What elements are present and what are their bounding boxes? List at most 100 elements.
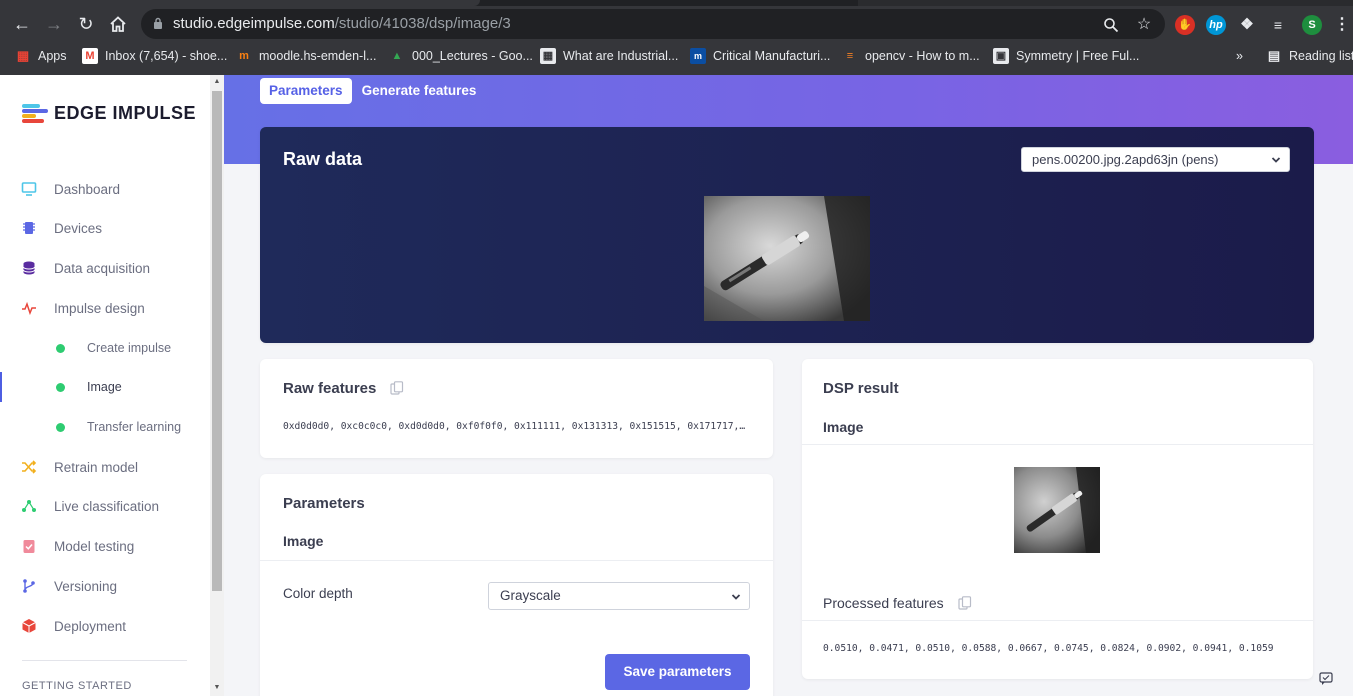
sidebar-item-label: Live classification <box>54 498 160 514</box>
bookmark-label: Symmetry | Free Ful... <box>1016 49 1140 63</box>
copy-icon[interactable] <box>390 381 404 395</box>
processed-features-values: 0.0510, 0.0471, 0.0510, 0.0588, 0.0667, … <box>823 643 1274 654</box>
parameters-card: Parameters Image Color depth Grayscale S… <box>260 474 773 696</box>
tab-generate-features[interactable]: Generate features <box>353 78 486 104</box>
sidebar-subitem-create-impulse[interactable]: Create impulse <box>0 335 210 361</box>
bookmark-industrial[interactable]: ▦ What are Industrial... <box>540 47 678 65</box>
sidebar-item-dashboard[interactable]: Dashboard <box>0 175 210 203</box>
url-path: /studio/41038/dsp/image/3 <box>334 15 511 32</box>
sidebar-subitem-label: Image <box>87 380 122 394</box>
more-bookmarks-button[interactable]: » <box>1236 47 1243 65</box>
back-arrow-icon[interactable]: ← <box>10 12 34 36</box>
sample-select-value: pens.00200.jpg.2apd63jn (pens) <box>1032 152 1219 167</box>
sidebar-item-live-classification[interactable]: Live classification <box>0 492 210 520</box>
clipboard-check-icon <box>23 540 35 553</box>
processed-features-title: Processed features <box>823 595 944 611</box>
puzzle-extensions-icon[interactable]: ❖ <box>1237 15 1257 35</box>
browser-menu-icon[interactable]: ⋮ <box>1332 15 1352 35</box>
url-host: studio.edgeimpulse.com <box>173 15 335 32</box>
bookmark-symmetry[interactable]: ▣ Symmetry | Free Ful... <box>993 47 1139 65</box>
home-icon[interactable] <box>106 12 130 36</box>
raw-features-values: 0xd0d0d0, 0xc0c0c0, 0xd0d0d0, 0xf0f0f0, … <box>283 421 749 432</box>
color-depth-select[interactable]: Grayscale <box>488 582 750 610</box>
reading-list-label: Reading list <box>1289 49 1353 63</box>
bookmark-drive[interactable]: ▲ 000_Lectures - Goo... <box>389 47 533 65</box>
sidebar-item-label: Deployment <box>54 618 127 634</box>
raw-features-title: Raw features <box>283 380 377 397</box>
sidebar-item-devices[interactable]: Devices <box>0 214 210 242</box>
lock-icon <box>154 17 162 29</box>
address-bar[interactable]: studio.edgeimpulse.com/studio/41038/dsp/… <box>141 9 1165 39</box>
sidebar-scrollbar[interactable]: ▲ ▼ <box>210 75 224 696</box>
bookmark-label: 000_Lectures - Goo... <box>412 49 533 63</box>
save-parameters-button[interactable]: Save parameters <box>605 654 750 690</box>
sidebar-item-model-testing[interactable]: Model testing <box>0 532 210 560</box>
main-content: Parameters Generate features Raw data pe… <box>224 75 1353 696</box>
sidebar-item-label: Data acquisition <box>54 260 151 276</box>
symmetry-icon: ▣ <box>993 48 1009 64</box>
bookmark-label: moodle.hs-emden-l... <box>259 49 377 63</box>
page-icon: ▦ <box>540 48 556 64</box>
feedback-icon[interactable] <box>1319 672 1333 686</box>
scrollbar-thumb[interactable] <box>212 91 222 591</box>
raw-sample-image <box>704 196 870 321</box>
media-playlist-icon[interactable]: ≡ <box>1268 15 1288 35</box>
bookmark-star-icon[interactable]: ☆ <box>1134 15 1154 35</box>
cm-icon: m <box>690 48 706 64</box>
sidebar-divider <box>22 660 187 661</box>
bookmark-moodle[interactable]: m moodle.hs-emden-l... <box>236 47 376 65</box>
adblock-extension-icon[interactable]: ✋ <box>1175 15 1195 35</box>
bookmark-opencv[interactable]: ≡ opencv - How to m... <box>842 47 980 65</box>
edge-impulse-logo[interactable]: EDGE IMPULSE <box>22 103 196 124</box>
sample-select[interactable]: pens.00200.jpg.2apd63jn (pens) <box>1021 147 1290 172</box>
sidebar-item-label: Model testing <box>54 538 135 554</box>
divider <box>802 620 1313 621</box>
browser-toolbar: ← → ↻ studio.edgeimpulse.com/studio/4103… <box>0 6 1353 42</box>
sidebar-item-label: Devices <box>54 220 103 236</box>
cube-icon <box>22 619 36 633</box>
sidebar-item-deployment[interactable]: Deployment <box>0 612 210 640</box>
parameters-title: Parameters <box>283 495 365 512</box>
reload-icon[interactable]: ↻ <box>74 12 98 36</box>
google-drive-icon: ▲ <box>391 50 403 62</box>
reading-list-icon: ▤ <box>1267 48 1281 63</box>
chip-icon <box>23 222 35 234</box>
monitor-icon <box>21 182 37 196</box>
hp-extension-icon[interactable]: hp <box>1206 15 1226 35</box>
network-icon <box>22 500 36 512</box>
status-dot-icon <box>56 343 65 353</box>
tab-parameters[interactable]: Parameters <box>260 78 352 104</box>
bookmark-label: Apps <box>38 49 67 63</box>
raw-data-card: Raw data pens.00200.jpg.2apd63jn (pens) <box>260 127 1314 343</box>
status-dot-icon <box>56 422 65 432</box>
bookmark-label: Critical Manufacturi... <box>713 49 831 63</box>
sidebar-subitem-image[interactable]: Image <box>0 374 210 400</box>
chevron-down-icon <box>731 594 741 600</box>
forward-arrow-icon[interactable]: → <box>42 12 66 36</box>
sidebar-item-data-acquisition[interactable]: Data acquisition <box>0 254 210 282</box>
parameters-section-title: Image <box>283 533 324 549</box>
stackoverflow-icon: ≡ <box>846 50 854 62</box>
browser-chrome: ← → ↻ studio.edgeimpulse.com/studio/4103… <box>0 0 1353 75</box>
sidebar-subitem-label: Create impulse <box>87 341 172 355</box>
bookmark-gmail[interactable]: M Inbox (7,654) - shoe... <box>82 47 227 65</box>
sidebar-item-retrain-model[interactable]: Retrain model <box>0 453 210 481</box>
reading-list-button[interactable]: ▤ Reading list <box>1266 47 1353 65</box>
sidebar-subitem-transfer-learning[interactable]: Transfer learning <box>0 414 210 440</box>
sidebar-subitem-label: Transfer learning <box>87 420 182 434</box>
profile-avatar[interactable]: S <box>1302 15 1322 35</box>
sidebar: EDGE IMPULSE Dashboard Devices Data acqu… <box>0 75 210 696</box>
logo-mark-icon <box>22 103 48 124</box>
bookmark-critical-manufacturing[interactable]: m Critical Manufacturi... <box>690 47 830 65</box>
scroll-down-icon[interactable]: ▼ <box>213 684 221 691</box>
logo-text: EDGE IMPULSE <box>54 103 197 123</box>
scroll-up-icon[interactable]: ▲ <box>213 78 221 85</box>
sidebar-item-impulse-design[interactable]: Impulse design <box>0 294 210 322</box>
copy-icon[interactable] <box>958 596 972 610</box>
sidebar-item-versioning[interactable]: Versioning <box>0 572 210 600</box>
zoom-icon[interactable] <box>1101 15 1121 35</box>
color-depth-value: Grayscale <box>500 588 561 603</box>
bookmark-apps[interactable]: ▦ Apps <box>15 47 67 65</box>
status-dot-icon <box>56 382 65 392</box>
shuffle-icon <box>22 460 37 474</box>
